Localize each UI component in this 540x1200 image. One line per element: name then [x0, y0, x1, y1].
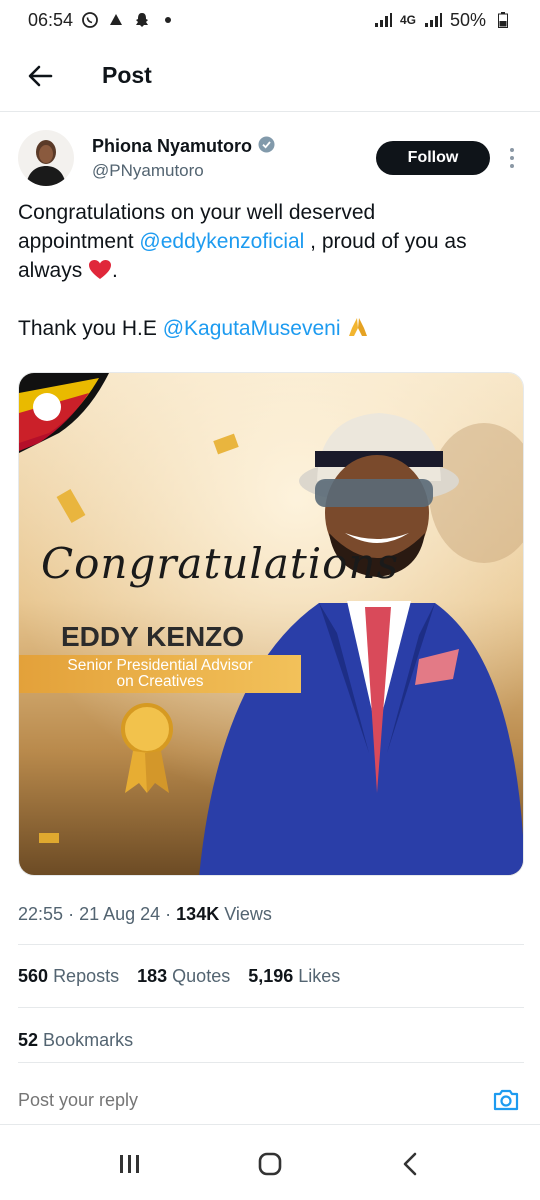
- home-icon: [258, 1152, 282, 1176]
- media-name-text: EDDY KENZO: [61, 621, 245, 652]
- home-button[interactable]: [240, 1140, 300, 1188]
- media-band-line-2: on Creatives: [116, 673, 204, 690]
- reposts-count: 560: [18, 966, 49, 986]
- reply-bar: [18, 1078, 524, 1122]
- author-row: Phiona Nyamutoro @PNyamutoro Follow: [18, 128, 524, 188]
- folded-hands-icon: [346, 317, 370, 340]
- tweet-spacer: [18, 285, 528, 314]
- divider: [18, 944, 524, 945]
- tweet-line-3-after: .: [112, 259, 118, 282]
- views-label: Views: [224, 904, 272, 924]
- whatsapp-icon: [81, 11, 99, 29]
- chevron-left-icon: [403, 1152, 417, 1176]
- battery-percent: 50%: [449, 9, 486, 30]
- status-right: 4G 50%: [374, 10, 512, 31]
- author-handle[interactable]: @PNyamutoro: [92, 161, 275, 181]
- views-count[interactable]: 134K: [176, 904, 219, 924]
- media-overlay: Congratulations EDDY KENZO Senior Presid…: [19, 373, 523, 875]
- recent-apps-button[interactable]: [100, 1140, 160, 1188]
- back-arrow-icon: [28, 65, 53, 86]
- top-app-bar: Post: [0, 40, 540, 112]
- likes-count: 5,196: [248, 966, 294, 986]
- meta-separator: ·: [68, 904, 80, 924]
- tweet-line-3-text: always: [18, 259, 83, 282]
- reply-input[interactable]: [18, 1089, 488, 1111]
- network-type: 4G: [399, 13, 416, 27]
- reposts-label: Reposts: [53, 966, 120, 986]
- notification-icon: [107, 11, 125, 29]
- divider-3: [18, 1062, 524, 1063]
- camera-icon: [493, 1089, 519, 1111]
- media-band-line-1: Senior Presidential Advisor: [67, 657, 253, 674]
- post-meta: 22:55 · 21 Aug 24 · 134K Views: [18, 904, 272, 925]
- post-date: 21 Aug 24: [79, 904, 161, 924]
- bookmarks-count: 52: [18, 1030, 39, 1050]
- author-meta: Phiona Nyamutoro @PNyamutoro: [92, 136, 275, 181]
- tweet-line-2: appointment @eddykenzoficial , proud of …: [18, 227, 528, 256]
- post-time: 22:55: [18, 904, 64, 924]
- status-bar: 06:54 4G 50%: [0, 0, 540, 40]
- verified-badge-icon: [258, 136, 275, 158]
- battery-icon: [494, 11, 512, 29]
- follow-button[interactable]: Follow: [376, 141, 490, 175]
- signal-icon: [374, 11, 392, 29]
- dot-icon: [159, 11, 177, 29]
- bookmarks-stat[interactable]: 52 Bookmarks: [18, 1030, 133, 1051]
- status-left: 06:54: [28, 10, 177, 31]
- tweet-line-4-pre: Thank you H.E: [18, 317, 163, 340]
- red-heart-icon: [88, 259, 112, 282]
- tweet-text: Congratulations on your well deserved ap…: [18, 198, 528, 343]
- quotes-count: 183: [137, 966, 168, 986]
- meta-separator-2: ·: [165, 904, 177, 924]
- recent-apps-icon: [120, 1155, 139, 1173]
- signal-icon-2: [424, 11, 442, 29]
- media-script-text: Congratulations: [41, 539, 400, 588]
- system-nav-bar: [0, 1128, 540, 1200]
- engagement-stats: 560 Reposts 183 Quotes 5,196 Likes: [18, 966, 340, 987]
- divider-2: [18, 1007, 524, 1008]
- likes-label: Likes: [298, 966, 341, 986]
- avatar[interactable]: [18, 130, 74, 186]
- snapchat-icon: [133, 11, 151, 29]
- tweet-line-2-post: , proud of you as: [304, 230, 467, 253]
- likes-stat[interactable]: 5,196 Likes: [248, 966, 340, 987]
- tweet-line-3: always .: [18, 256, 528, 285]
- mention-eddykenzoficial[interactable]: @eddykenzoficial: [139, 230, 304, 253]
- more-vertical-icon: [510, 148, 514, 168]
- page-title: Post: [102, 62, 152, 88]
- divider-4: [0, 1124, 540, 1125]
- tweet-line-2-pre: appointment: [18, 230, 140, 253]
- reposts-stat[interactable]: 560 Reposts: [18, 966, 119, 987]
- tweet-line-1: Congratulations on your well deserved: [18, 201, 376, 224]
- camera-button[interactable]: [488, 1082, 524, 1118]
- media-advisor-band: Senior Presidential Advisor on Creatives: [19, 655, 301, 693]
- mention-kagutamuseveni[interactable]: @KagutaMuseveni: [163, 317, 341, 340]
- tweet-line-4: Thank you H.E @KagutaMuseveni: [18, 314, 528, 343]
- author-name[interactable]: Phiona Nyamutoro: [92, 136, 252, 157]
- tweet-media[interactable]: Congratulations EDDY KENZO Senior Presid…: [18, 372, 524, 876]
- back-nav-button[interactable]: [380, 1140, 440, 1188]
- quotes-label: Quotes: [172, 966, 231, 986]
- clock: 06:54: [28, 9, 74, 30]
- quotes-stat[interactable]: 183 Quotes: [137, 966, 230, 987]
- more-options-button[interactable]: [500, 141, 524, 175]
- back-button[interactable]: [16, 52, 64, 100]
- author-name-row: Phiona Nyamutoro: [92, 136, 275, 158]
- bookmarks-label: Bookmarks: [43, 1030, 134, 1050]
